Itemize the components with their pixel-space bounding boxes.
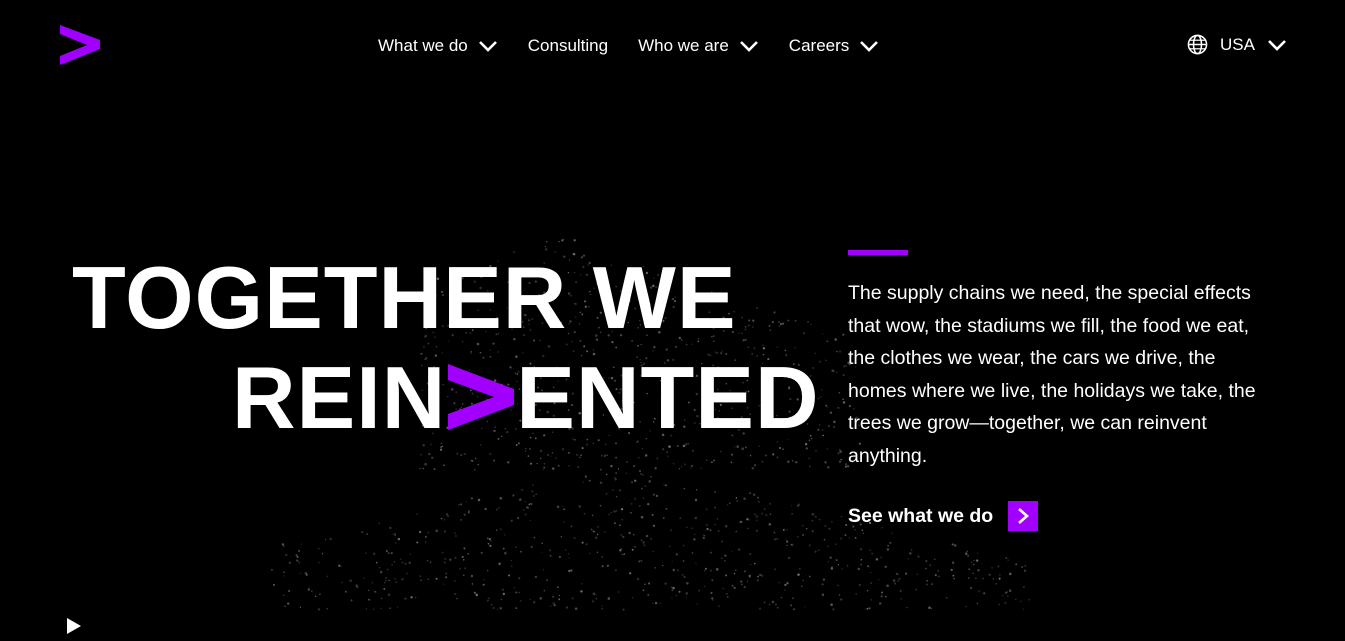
- nav-item-consulting[interactable]: Consulting: [528, 36, 608, 56]
- nav-item-label: Who we are: [638, 36, 729, 55]
- headline-line-2: REIN ENTED: [72, 348, 820, 448]
- chevron-right-icon: [1018, 508, 1030, 524]
- globe-icon: [1187, 34, 1208, 55]
- greater-than-accent-icon: [448, 364, 515, 430]
- locale-label: USA: [1220, 34, 1255, 54]
- locale-selector[interactable]: USA: [1187, 34, 1287, 55]
- chevron-down-icon: [1268, 39, 1286, 51]
- nav-item-label: Consulting: [527, 36, 609, 55]
- nav-item-what-we-do[interactable]: What we do: [378, 36, 498, 56]
- nav-item-who-we-are[interactable]: Who we are: [638, 36, 759, 56]
- page: What we do Consulting Who we are Careers: [0, 0, 1345, 641]
- headline-line-2-end: ENTED: [516, 348, 820, 447]
- hero-description: The supply chains we need, the special e…: [848, 282, 1256, 467]
- hero-headline: TOGETHER WE REIN ENTED: [72, 248, 820, 448]
- chevron-down-icon: [860, 41, 879, 52]
- see-what-we-do-link[interactable]: See what we do: [848, 501, 1039, 531]
- cta-label: See what we do: [848, 504, 994, 527]
- nav-item-label: Careers: [788, 36, 850, 55]
- headline-line-2-start: REIN: [232, 348, 447, 447]
- cta-arrow-button[interactable]: [1008, 501, 1039, 531]
- headline-line-1: TOGETHER WE: [72, 248, 737, 347]
- accent-bar: [848, 250, 908, 255]
- nav-item-careers[interactable]: Careers: [789, 36, 879, 56]
- play-icon[interactable]: [65, 616, 83, 636]
- nav-item-label: What we do: [378, 36, 468, 55]
- chevron-down-icon: [739, 41, 758, 52]
- chevron-down-icon: [478, 41, 497, 52]
- accenture-logo-icon[interactable]: [60, 25, 100, 65]
- main-nav: What we do Consulting Who we are Careers: [378, 34, 879, 58]
